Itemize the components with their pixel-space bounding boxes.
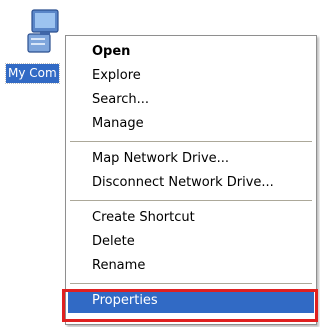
menu-item-delete[interactable]: Delete bbox=[68, 230, 314, 254]
menu-item-explore[interactable]: Explore bbox=[68, 64, 314, 88]
menu-item-create-shortcut[interactable]: Create Shortcut bbox=[68, 206, 314, 230]
menu-item-rename[interactable]: Rename bbox=[68, 254, 314, 278]
desktop-icon-label: My Com bbox=[5, 63, 60, 84]
my-computer-icon bbox=[27, 9, 59, 53]
menu-separator bbox=[70, 141, 312, 142]
desktop: My Com Open Explore Search... Manage Map… bbox=[0, 0, 320, 327]
menu-item-manage[interactable]: Manage bbox=[68, 112, 314, 136]
menu-item-open[interactable]: Open bbox=[68, 40, 314, 64]
menu-separator bbox=[70, 283, 312, 284]
menu-separator bbox=[70, 200, 312, 201]
menu-item-disconnect-network-drive[interactable]: Disconnect Network Drive... bbox=[68, 171, 314, 195]
menu-item-properties[interactable]: Properties bbox=[68, 289, 314, 313]
menu-item-map-network-drive[interactable]: Map Network Drive... bbox=[68, 147, 314, 171]
menu-item-search[interactable]: Search... bbox=[68, 88, 314, 112]
context-menu: Open Explore Search... Manage Map Networ… bbox=[65, 35, 317, 325]
